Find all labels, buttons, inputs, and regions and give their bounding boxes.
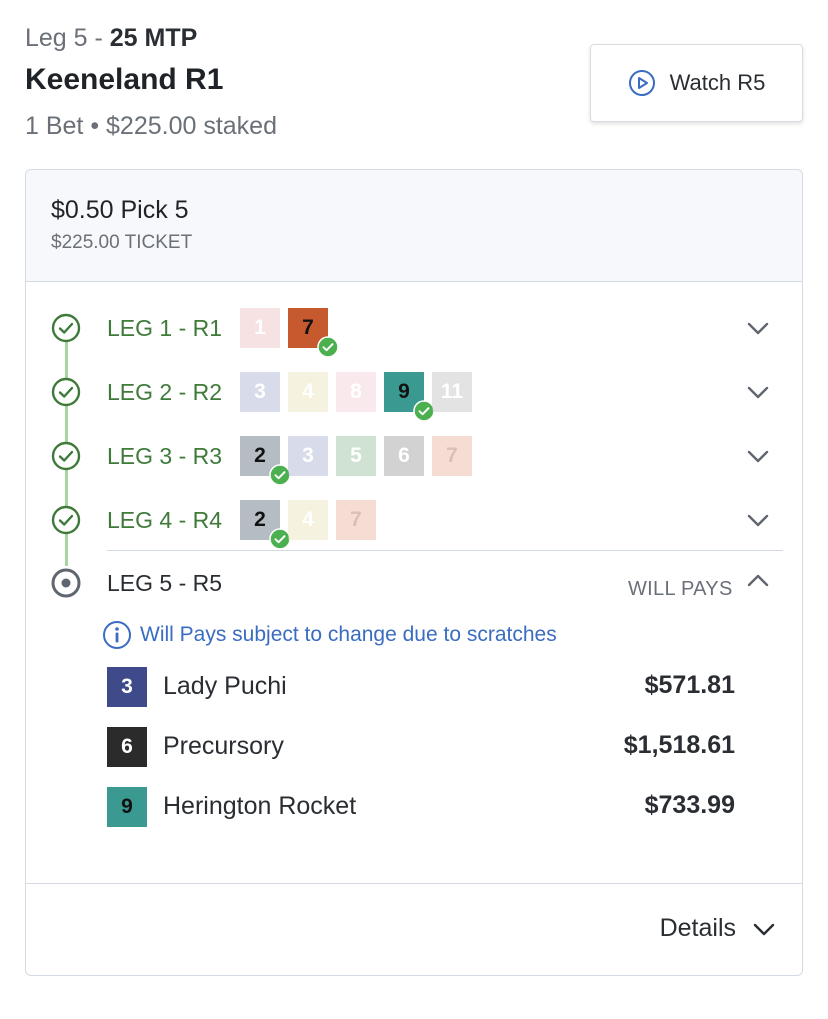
pick5-bet-page: Leg 5 - 25 MTP Keeneland R1 1 Bet • $225… xyxy=(0,0,828,1019)
leg-row[interactable]: LEG 4 - R4 2 4 7 xyxy=(26,492,802,550)
selection-chip: 3 xyxy=(240,372,280,412)
chip-number: 6 xyxy=(398,444,410,467)
horse-name: Lady Puchi xyxy=(163,672,287,700)
winning-selection-chip: 2 xyxy=(240,500,291,550)
will-pay-amount: $571.81 xyxy=(644,671,735,699)
horse-name: Herington Rocket xyxy=(163,792,357,820)
chip-number: 3 xyxy=(302,444,314,467)
leg-row[interactable]: LEG 3 - R3 2 3 5 6 7 xyxy=(26,428,802,486)
watch-race-button[interactable]: Watch R5 xyxy=(590,44,803,122)
selection-chip: 3 xyxy=(288,436,328,476)
chip-number: 5 xyxy=(350,444,362,467)
leg-label: LEG 4 - R4 xyxy=(107,507,223,533)
watch-button-label: Watch R5 xyxy=(669,70,766,95)
saddle-cloth-number: 9 xyxy=(107,787,147,827)
check-circle-icon xyxy=(51,505,81,535)
bet-summary: 1 Bet • $225.00 staked xyxy=(25,112,277,140)
chevron-down-icon[interactable] xyxy=(746,316,770,340)
chip-number: 11 xyxy=(440,380,464,403)
will-pay-row: 3 Lady Puchi $571.81 xyxy=(107,667,737,707)
leg-label: LEG 5 - R5 xyxy=(107,570,223,596)
check-circle-icon xyxy=(51,441,81,471)
winning-selection-chip: 7 xyxy=(288,308,339,358)
leg-label: LEG 1 - R1 xyxy=(107,315,223,341)
bet-card: $0.50 Pick 5 $225.00 TICKET LEG 1 - R1 1 7… xyxy=(25,169,803,976)
leg-divider xyxy=(107,550,783,551)
footer-divider xyxy=(26,883,802,884)
leg-row[interactable]: LEG 2 - R2 3 4 8 9 11 xyxy=(26,364,802,422)
leg-label: LEG 2 - R2 xyxy=(107,379,223,405)
leg-row[interactable]: LEG 1 - R1 1 7 xyxy=(26,300,802,358)
bet-card-header: $0.50 Pick 5 $225.00 TICKET xyxy=(26,170,802,282)
chip-number: 4 xyxy=(302,380,314,403)
chip-number: 9 xyxy=(398,380,410,403)
will-pays-notice: Will Pays subject to change due to scrat… xyxy=(102,620,557,650)
leg-label: LEG 3 - R3 xyxy=(107,443,223,469)
selection-chip: 4 xyxy=(288,500,328,540)
chevron-up-icon[interactable] xyxy=(746,569,770,593)
radio-dot-icon xyxy=(51,568,81,598)
selection-chip: 6 xyxy=(384,436,424,476)
bet-type: $0.50 Pick 5 xyxy=(51,196,189,224)
selection-chip: 7 xyxy=(432,436,472,476)
selection-chip: 1 xyxy=(240,308,280,348)
mtp-countdown: 25 MTP xyxy=(109,24,198,52)
notice-text: Will Pays subject to change due to scrat… xyxy=(140,623,557,646)
chip-number: 7 xyxy=(350,508,362,531)
chip-number: 2 xyxy=(254,508,266,531)
chip-number: 7 xyxy=(446,444,458,467)
winning-selection-chip: 9 xyxy=(384,372,435,422)
will-pays-label: WILL PAYS xyxy=(628,578,733,600)
horse-name: Precursory xyxy=(163,732,284,760)
leg-status-line: Leg 5 - 25 MTP xyxy=(25,24,197,53)
chip-number: 7 xyxy=(302,316,314,339)
selection-chip: 7 xyxy=(336,500,376,540)
play-circle-icon xyxy=(628,70,655,96)
chip-number: 8 xyxy=(350,380,362,403)
will-pay-row: 9 Herington Rocket $733.99 xyxy=(107,787,737,827)
saddle-cloth-number: 3 xyxy=(107,667,147,707)
chevron-down-icon[interactable] xyxy=(746,380,770,404)
chevron-down-icon[interactable] xyxy=(746,508,770,532)
race-title: Keeneland R1 xyxy=(25,63,224,96)
will-pay-row: 6 Precursory $1,518.61 xyxy=(107,727,737,767)
details-label: Details xyxy=(659,914,736,942)
leg-prefix: Leg 5 - xyxy=(25,24,110,52)
winning-selection-chip: 2 xyxy=(240,436,291,486)
chip-number: 2 xyxy=(254,444,266,467)
chip-number: 1 xyxy=(254,316,266,339)
check-badge-icon xyxy=(317,336,339,358)
chip-number: 3 xyxy=(254,380,266,403)
selection-chip: 5 xyxy=(336,436,376,476)
selection-chip: 11 xyxy=(432,372,472,412)
chevron-down-icon[interactable] xyxy=(746,444,770,468)
check-circle-icon xyxy=(51,313,81,343)
selection-chip: 4 xyxy=(288,372,328,412)
selection-chip: 8 xyxy=(336,372,376,412)
check-circle-icon xyxy=(51,377,81,407)
details-toggle[interactable]: Details xyxy=(660,914,776,943)
info-icon xyxy=(103,621,131,649)
chevron-down-icon xyxy=(753,923,775,935)
will-pay-amount: $733.99 xyxy=(644,791,735,819)
will-pay-amount: $1,518.61 xyxy=(623,731,735,759)
ticket-amount: $225.00 TICKET xyxy=(51,232,193,253)
chip-number: 4 xyxy=(302,508,314,531)
saddle-cloth-number: 6 xyxy=(107,727,147,767)
